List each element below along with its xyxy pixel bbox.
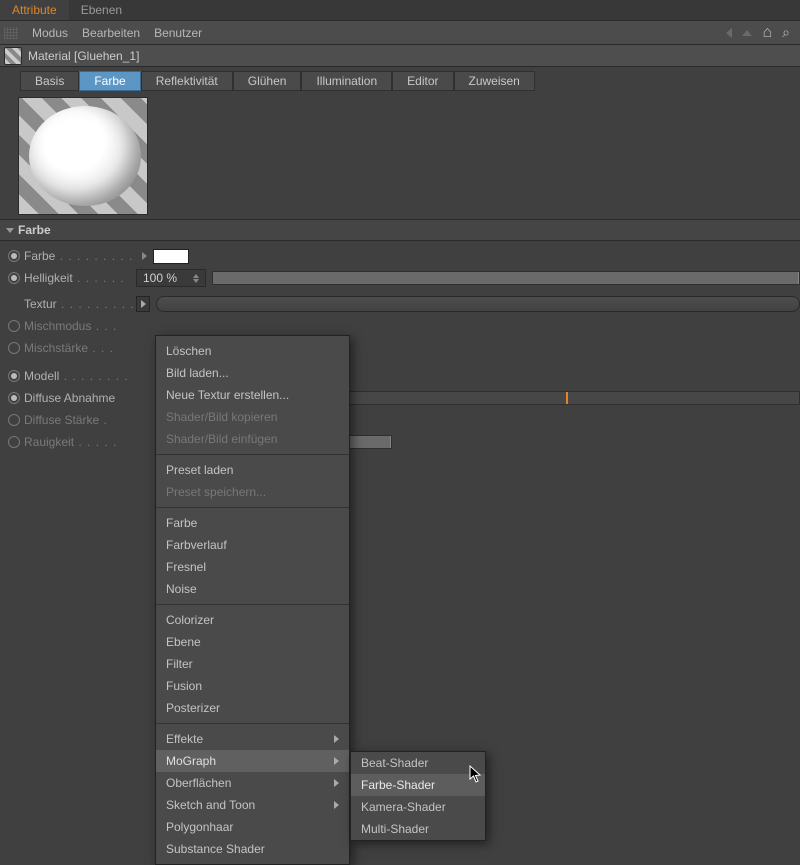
nav-back-icon[interactable] <box>726 28 732 38</box>
sub-farbe-shader[interactable]: Farbe-Shader <box>351 774 485 796</box>
label-diffuse-abnahme: Diffuse Abnahme <box>24 391 136 405</box>
search-icon[interactable]: ⌕ <box>782 24 790 41</box>
tab-illumination[interactable]: Illumination <box>301 71 392 91</box>
submenu-arrow-icon <box>334 801 339 809</box>
nav-home-icon[interactable]: ⌂ <box>762 24 772 42</box>
material-preview[interactable] <box>18 97 148 215</box>
ctx-preset-laden[interactable]: Preset laden <box>156 459 349 481</box>
anim-toggle-modell[interactable] <box>8 370 20 382</box>
label-rauigkeit: Rauigkeit . . . . . <box>24 435 136 449</box>
expand-icon[interactable] <box>142 252 147 260</box>
ctx-oberflaechen[interactable]: Oberflächen <box>156 772 349 794</box>
ctx-posterizer[interactable]: Posterizer <box>156 697 349 719</box>
ctx-farbe[interactable]: Farbe <box>156 512 349 534</box>
menu-benutzer[interactable]: Benutzer <box>154 26 202 40</box>
cursor-icon <box>469 765 483 783</box>
input-helligkeit[interactable]: 100 % <box>136 269 206 287</box>
ctx-effekte[interactable]: Effekte <box>156 728 349 750</box>
tab-zuweisen[interactable]: Zuweisen <box>454 71 535 91</box>
channel-tabs: Basis Farbe Reflektivität Glühen Illumin… <box>0 67 800 95</box>
slider-diffuse-abnahme[interactable] <box>312 391 800 405</box>
ctx-loeschen[interactable]: Löschen <box>156 340 349 362</box>
label-textur: Textur . . . . . . . . . <box>24 297 136 311</box>
anim-toggle-farbe[interactable] <box>8 250 20 262</box>
label-helligkeit: Helligkeit . . . . . . <box>24 271 136 285</box>
tab-editor[interactable]: Editor <box>392 71 453 91</box>
ctx-polygonhaar[interactable]: Polygonhaar <box>156 816 349 838</box>
texture-menu-button[interactable] <box>136 296 150 312</box>
panel-tabs: Attribute Ebenen <box>0 0 800 21</box>
preview-area <box>0 95 800 219</box>
label-mischmodus: Mischmodus . . . <box>24 319 136 333</box>
material-title-bar: Material [Gluehen_1] <box>0 45 800 67</box>
slider-helligkeit[interactable] <box>212 271 800 285</box>
anim-toggle-mischmodus[interactable] <box>8 320 20 332</box>
ctx-substance[interactable]: Substance Shader <box>156 838 349 860</box>
tab-gluehen[interactable]: Glühen <box>233 71 302 91</box>
material-icon <box>4 47 22 65</box>
ctx-sketch[interactable]: Sketch and Toon <box>156 794 349 816</box>
tab-attribute[interactable]: Attribute <box>0 0 69 20</box>
menu-bearbeiten[interactable]: Bearbeiten <box>82 26 140 40</box>
sub-multi-shader[interactable]: Multi-Shader <box>351 818 485 840</box>
texture-context-menu: Löschen Bild laden... Neue Textur erstel… <box>155 335 350 865</box>
ctx-neue-textur[interactable]: Neue Textur erstellen... <box>156 384 349 406</box>
ctx-noise[interactable]: Noise <box>156 578 349 600</box>
ctx-shader-einfuegen: Shader/Bild einfügen <box>156 428 349 450</box>
anim-toggle-diffuse-staerke[interactable] <box>8 414 20 426</box>
ctx-mograph[interactable]: MoGraph <box>156 750 349 772</box>
anim-toggle-diffuse-abnahme[interactable] <box>8 392 20 404</box>
anim-toggle-mischstaerke[interactable] <box>8 342 20 354</box>
tab-ebenen[interactable]: Ebenen <box>69 0 134 20</box>
anim-toggle-helligkeit[interactable] <box>8 272 20 284</box>
menu-strip: Modus Bearbeiten Benutzer ⌂ ⌕ <box>0 21 800 45</box>
ctx-preset-speichern: Preset speichern... <box>156 481 349 503</box>
submenu-arrow-icon <box>334 735 339 743</box>
sub-kamera-shader[interactable]: Kamera-Shader <box>351 796 485 818</box>
label-mischstaerke: Mischstärke . . . <box>24 341 136 355</box>
anim-toggle-rauigkeit[interactable] <box>8 436 20 448</box>
label-modell: Modell . . . . . . . . <box>24 369 136 383</box>
tab-farbe[interactable]: Farbe <box>79 71 140 91</box>
ctx-fresnel[interactable]: Fresnel <box>156 556 349 578</box>
section-label: Farbe <box>18 223 51 237</box>
material-title: Material [Gluehen_1] <box>28 49 139 63</box>
ctx-farbverlauf[interactable]: Farbverlauf <box>156 534 349 556</box>
collapse-icon <box>6 228 14 233</box>
grip-icon <box>4 27 18 39</box>
label-farbe: Farbe . . . . . . . . . <box>24 249 136 263</box>
submenu-arrow-icon <box>334 757 339 765</box>
section-farbe[interactable]: Farbe <box>0 219 800 241</box>
nav-up-icon[interactable] <box>742 30 752 36</box>
ctx-bild-laden[interactable]: Bild laden... <box>156 362 349 384</box>
ctx-ebene[interactable]: Ebene <box>156 631 349 653</box>
tab-basis[interactable]: Basis <box>20 71 79 91</box>
texture-slot[interactable] <box>156 296 800 312</box>
ctx-filter[interactable]: Filter <box>156 653 349 675</box>
mograph-submenu: Beat-Shader Farbe-Shader Kamera-Shader M… <box>350 751 486 841</box>
ctx-shader-kopieren: Shader/Bild kopieren <box>156 406 349 428</box>
params-panel: Farbe . . . . . . . . . Helligkeit . . .… <box>0 241 800 453</box>
ctx-fusion[interactable]: Fusion <box>156 675 349 697</box>
ctx-colorizer[interactable]: Colorizer <box>156 609 349 631</box>
tab-reflektivitaet[interactable]: Reflektivität <box>141 71 233 91</box>
menu-modus[interactable]: Modus <box>32 26 68 40</box>
color-swatch[interactable] <box>153 249 189 264</box>
label-diffuse-staerke: Diffuse Stärke . <box>24 413 136 427</box>
sub-beat-shader[interactable]: Beat-Shader <box>351 752 485 774</box>
submenu-arrow-icon <box>334 779 339 787</box>
